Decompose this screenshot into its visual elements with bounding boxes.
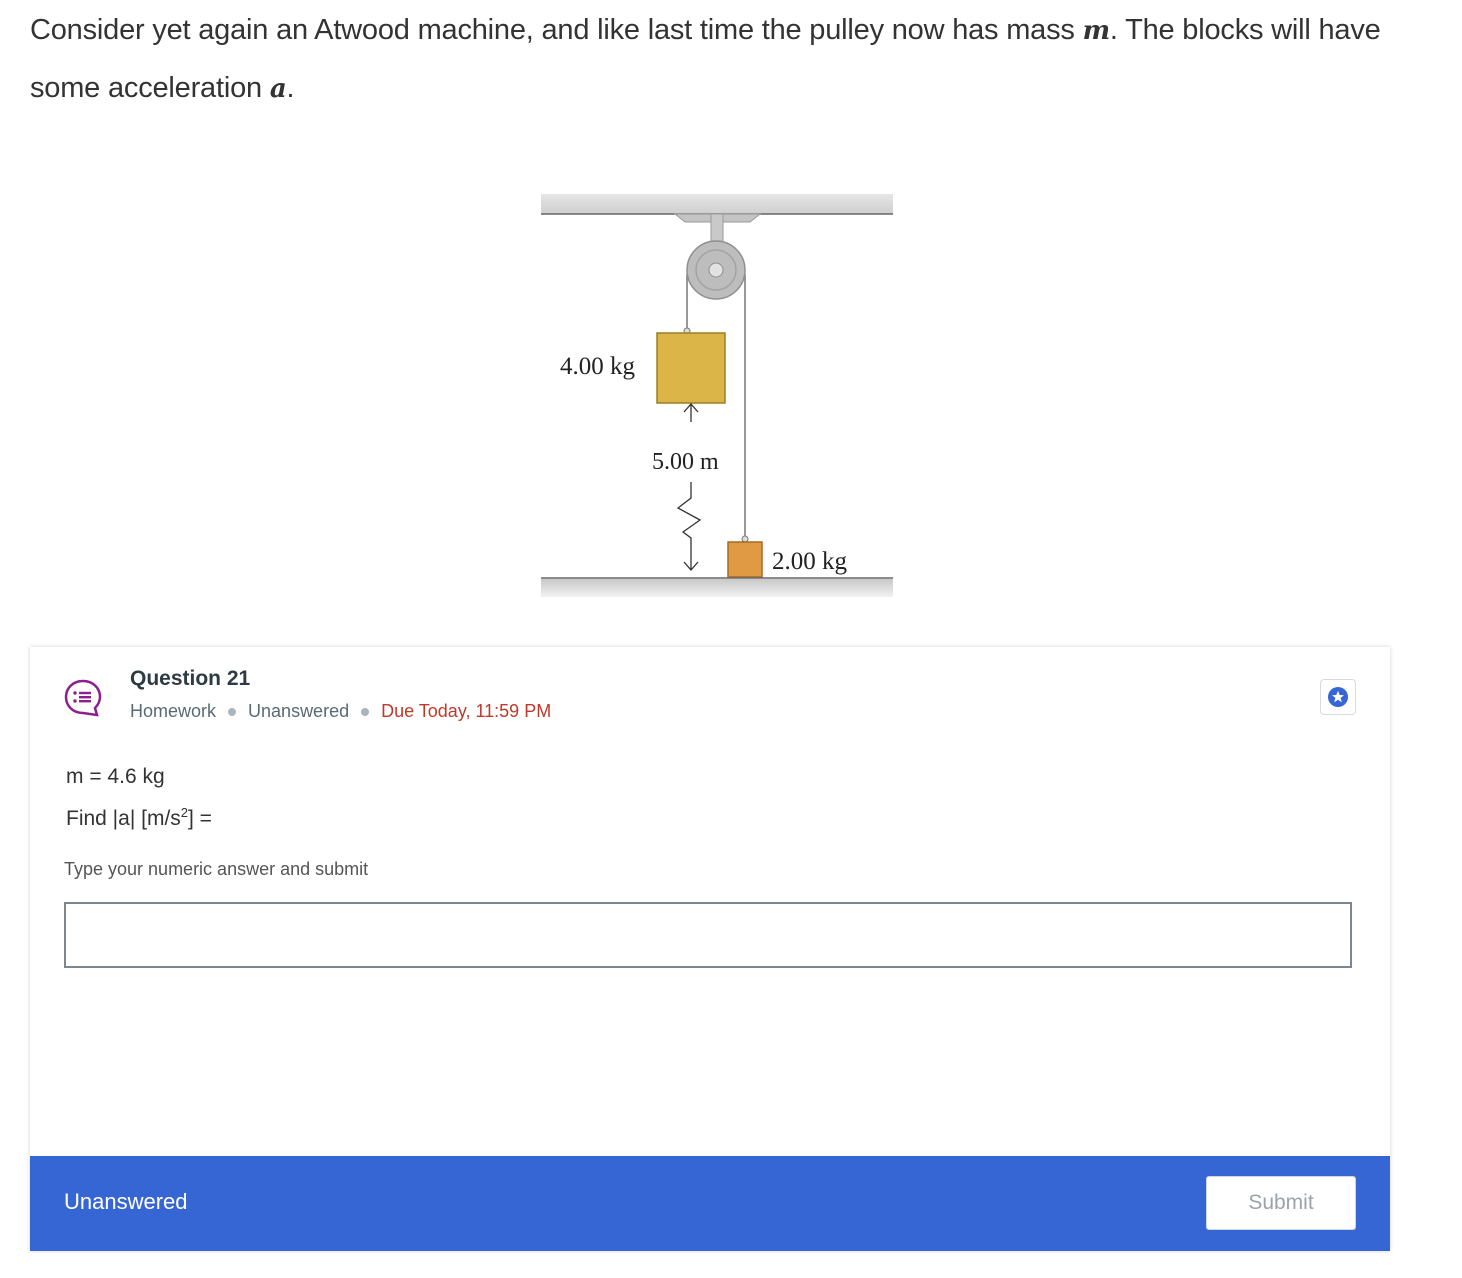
assignment-type: Homework bbox=[130, 701, 217, 721]
star-icon bbox=[1328, 687, 1348, 707]
submit-button[interactable]: Submit bbox=[1206, 1176, 1356, 1230]
var-m: m bbox=[1082, 16, 1111, 46]
intro-text-1: Consider yet again an Atwood machine, an… bbox=[30, 14, 1083, 46]
floor bbox=[541, 579, 893, 597]
given-mass: m = 4.6 kg bbox=[66, 765, 165, 788]
label-4kg: 4.00 kg bbox=[560, 353, 636, 380]
answer-instruction: Type your numeric answer and submit bbox=[64, 859, 369, 879]
block-4kg bbox=[656, 332, 726, 404]
separator-dot bbox=[228, 707, 237, 716]
ceiling bbox=[541, 194, 893, 214]
footer-status: Unanswered bbox=[64, 1189, 188, 1214]
question-bubble-icon bbox=[64, 679, 102, 717]
problem-statement: Consider yet again an Atwood machine, an… bbox=[30, 2, 1430, 118]
block-2kg bbox=[727, 541, 763, 578]
bookmark-button[interactable] bbox=[1320, 679, 1356, 715]
due-date: Due Today, 11:59 PM bbox=[381, 701, 552, 721]
question-card: Question 21 Homework Unanswered Due Toda… bbox=[30, 647, 1390, 1251]
separator-dot bbox=[361, 707, 370, 716]
question-title: Question 21 bbox=[130, 667, 251, 690]
question-prompt: m = 4.6 kg Find |a| [m/s2] = bbox=[66, 759, 212, 837]
find-expression: Find |a| [m/s2] = bbox=[66, 805, 212, 830]
intro-text-4: . bbox=[286, 72, 295, 104]
question-meta: Homework Unanswered Due Today, 11:59 PM bbox=[130, 701, 551, 722]
var-a: a bbox=[269, 74, 287, 104]
answer-status: Unanswered bbox=[248, 701, 350, 721]
question-footer: Unanswered Submit bbox=[30, 1156, 1390, 1251]
intro-text-2: . The blocks will have bbox=[1109, 14, 1381, 46]
label-2kg: 2.00 kg bbox=[772, 548, 848, 575]
answer-input[interactable] bbox=[64, 902, 1352, 968]
intro-text-3: some acceleration bbox=[30, 72, 270, 104]
label-distance: 5.00 m bbox=[652, 449, 719, 475]
atwood-diagram: 4.00 kg 5.00 m 2.00 kg bbox=[538, 192, 898, 602]
